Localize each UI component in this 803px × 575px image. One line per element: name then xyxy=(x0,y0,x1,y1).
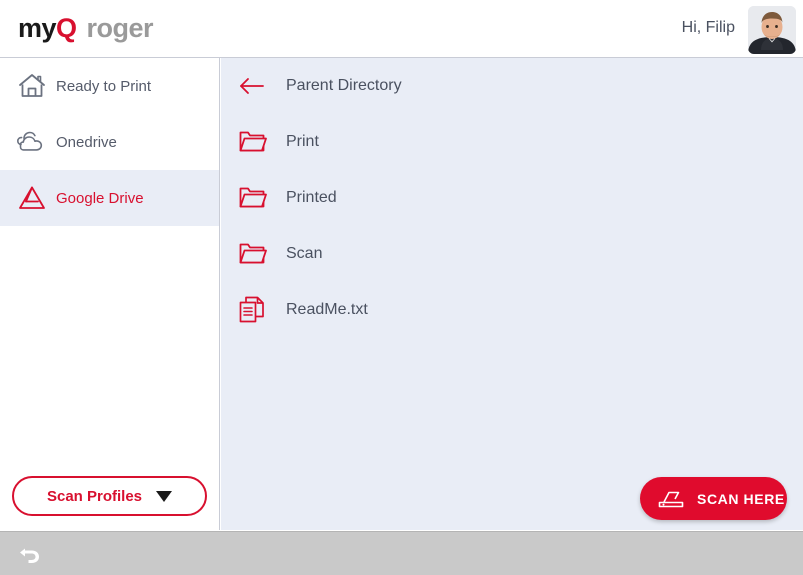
logo-text-my: my xyxy=(18,12,57,43)
list-item-label: Print xyxy=(286,133,319,150)
avatar-photo xyxy=(748,6,796,54)
app-root: my Q roger Hi, Filip Ready to Print Oned… xyxy=(0,0,803,575)
list-item-scan[interactable]: Scan xyxy=(221,226,803,282)
list-item-label: Parent Directory xyxy=(286,77,402,94)
system-navbar xyxy=(0,531,803,575)
app-header: my Q roger Hi, Filip xyxy=(0,0,803,58)
list-item-label: ReadMe.txt xyxy=(286,301,368,318)
scan-profiles-label: Scan Profiles xyxy=(46,487,143,505)
sidebar: Ready to Print Onedrive Google Drive Sca… xyxy=(0,58,220,530)
sidebar-item-onedrive[interactable]: Onedrive xyxy=(0,114,219,170)
folder-icon xyxy=(232,241,272,267)
home-icon xyxy=(12,72,52,100)
cloud-icon xyxy=(12,130,52,154)
list-item-label: Scan xyxy=(286,245,323,262)
logo-text-q: Q xyxy=(56,12,77,43)
logo-text-roger: roger xyxy=(86,12,154,43)
folder-icon xyxy=(232,129,272,155)
sidebar-item-ready-to-print[interactable]: Ready to Print xyxy=(0,58,219,114)
scan-profiles-button[interactable]: Scan Profiles xyxy=(12,476,207,516)
document-icon xyxy=(232,295,272,325)
avatar[interactable] xyxy=(748,6,796,54)
scanner-icon xyxy=(656,488,686,510)
list-item-readme-txt[interactable]: ReadMe.txt xyxy=(221,282,803,338)
scan-here-label: SCAN HERE xyxy=(697,490,785,507)
user-greeting: Hi, Filip xyxy=(681,19,735,36)
file-browser: Parent Directory Print Printed Scan Read… xyxy=(221,58,803,530)
scan-here-button[interactable]: SCAN HERE xyxy=(640,477,787,520)
list-item-print[interactable]: Print xyxy=(221,114,803,170)
back-arrow-icon xyxy=(232,74,272,98)
folder-icon xyxy=(232,185,272,211)
list-item-printed[interactable]: Printed xyxy=(221,170,803,226)
sidebar-item-label: Google Drive xyxy=(56,189,144,207)
chevron-down-icon xyxy=(156,490,173,502)
myq-roger-logo: my Q roger xyxy=(18,12,154,43)
sidebar-item-label: Ready to Print xyxy=(56,77,152,95)
google-drive-icon xyxy=(12,184,52,212)
sidebar-item-label: Onedrive xyxy=(56,133,117,151)
list-item-parent-directory[interactable]: Parent Directory xyxy=(221,58,803,114)
sidebar-item-google-drive[interactable]: Google Drive xyxy=(0,170,219,226)
back-undo-icon[interactable] xyxy=(14,539,46,569)
list-item-label: Printed xyxy=(286,189,337,206)
